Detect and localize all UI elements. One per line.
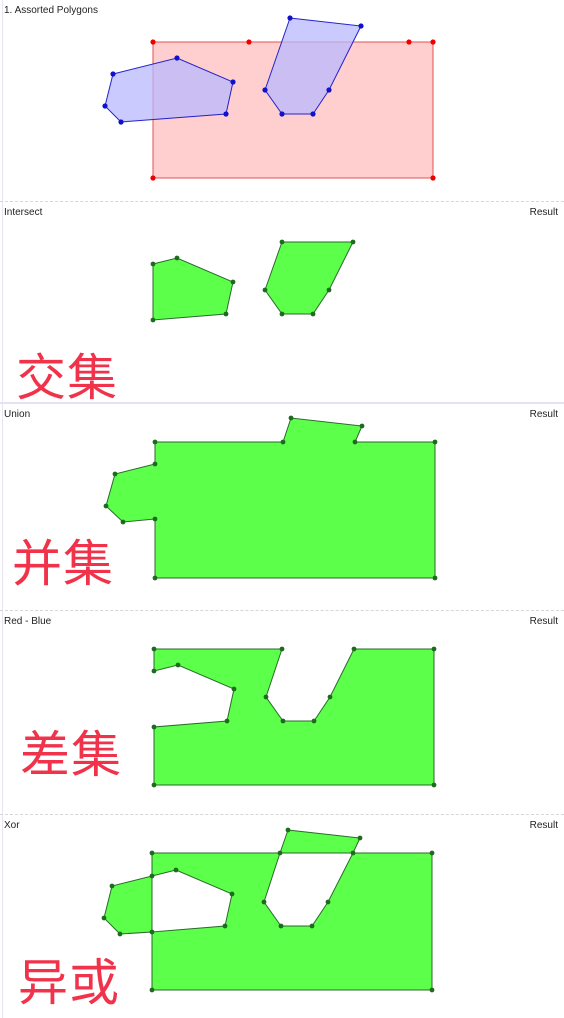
blue-vertex — [223, 111, 229, 117]
result-vertex — [429, 850, 435, 856]
panel-assorted-polygons: 1. Assorted Polygons — [0, 0, 564, 201]
panel-intersect: Intersect Result 交集 — [0, 202, 564, 402]
result-vertex — [279, 311, 285, 317]
intersect-result-polygon-left — [152, 257, 234, 321]
blue-vertex — [358, 23, 364, 29]
red-vertex — [406, 39, 412, 45]
result-vertex — [357, 835, 363, 841]
result-vertex — [432, 575, 438, 581]
result-vertex — [103, 503, 109, 509]
result-vertex — [150, 317, 156, 323]
result-vertex — [151, 646, 157, 652]
result-vertex — [309, 923, 315, 929]
result-vertex — [285, 827, 291, 833]
result-vertex — [280, 718, 286, 724]
panel-difference: Red - Blue Result 差集 — [0, 611, 564, 814]
result-vertex — [152, 575, 158, 581]
result-vertex — [350, 239, 356, 245]
blue-vertex — [310, 111, 316, 117]
result-vertex — [112, 471, 118, 477]
blue-vertex — [174, 55, 180, 61]
result-vertex — [278, 923, 284, 929]
result-vertex — [152, 461, 158, 467]
operation-label-xor: 异或 — [18, 954, 120, 1012]
result-vertex — [109, 883, 115, 889]
result-vertex — [150, 261, 156, 267]
result-vertex — [288, 415, 294, 421]
result-vertex — [279, 646, 285, 652]
result-vertex — [352, 439, 358, 445]
difference-result-polygon — [153, 648, 435, 786]
red-vertex — [150, 175, 156, 181]
result-vertex — [431, 646, 437, 652]
blue-vertex — [230, 79, 236, 85]
result-vertex — [231, 686, 237, 692]
result-vertex — [151, 724, 157, 730]
result-vertex — [152, 516, 158, 522]
result-vertex — [327, 694, 333, 700]
result-vertex — [310, 311, 316, 317]
result-vertex — [261, 899, 267, 905]
result-vertex — [120, 519, 126, 525]
red-vertex — [430, 175, 436, 181]
result-vertex — [350, 850, 356, 856]
result-vertex — [174, 255, 180, 261]
result-vertex — [431, 782, 437, 788]
blue-vertex — [262, 87, 268, 93]
result-vertex — [230, 279, 236, 285]
blue-vertex — [326, 87, 332, 93]
result-vertex — [149, 850, 155, 856]
result-vertex — [151, 668, 157, 674]
result-vertex — [280, 439, 286, 445]
result-vertex — [325, 899, 331, 905]
input-polygons-canvas[interactable] — [0, 0, 564, 201]
result-vertex — [223, 311, 229, 317]
intersect-result-polygon-right — [264, 241, 354, 315]
result-vertex — [117, 931, 123, 937]
red-vertex — [246, 39, 252, 45]
result-vertex — [151, 782, 157, 788]
result-vertex — [311, 718, 317, 724]
result-vertex — [263, 694, 269, 700]
result-vertex — [149, 873, 155, 879]
red-vertex — [150, 39, 156, 45]
result-vertex — [222, 923, 228, 929]
xor-result-main — [151, 852, 433, 991]
blue-vertex — [110, 71, 116, 77]
operation-label-difference: 差集 — [20, 726, 122, 784]
blue-vertex — [102, 103, 108, 109]
result-vertex — [429, 987, 435, 993]
operation-label-union: 并集 — [12, 535, 114, 593]
result-vertex — [149, 987, 155, 993]
xor-result-top-cap — [279, 829, 361, 854]
result-vertex — [326, 287, 332, 293]
blue-vertex — [287, 15, 293, 21]
result-vertex — [262, 287, 268, 293]
result-vertex — [173, 867, 179, 873]
result-vertex — [279, 239, 285, 245]
panel-union: Union Result 并集 — [0, 404, 564, 610]
result-vertex — [149, 929, 155, 935]
blue-vertex — [279, 111, 285, 117]
red-vertex — [430, 39, 436, 45]
operation-label-intersect: 交集 — [16, 349, 118, 402]
result-vertex — [432, 439, 438, 445]
result-vertex — [351, 646, 357, 652]
result-vertex — [175, 662, 181, 668]
result-vertex — [359, 423, 365, 429]
result-vertex — [229, 891, 235, 897]
result-vertex — [277, 850, 283, 856]
result-vertex — [152, 439, 158, 445]
panel-xor: Xor Result 异或 — [0, 815, 564, 1018]
result-vertex — [101, 915, 107, 921]
blue-vertex — [118, 119, 124, 125]
result-vertex — [224, 718, 230, 724]
